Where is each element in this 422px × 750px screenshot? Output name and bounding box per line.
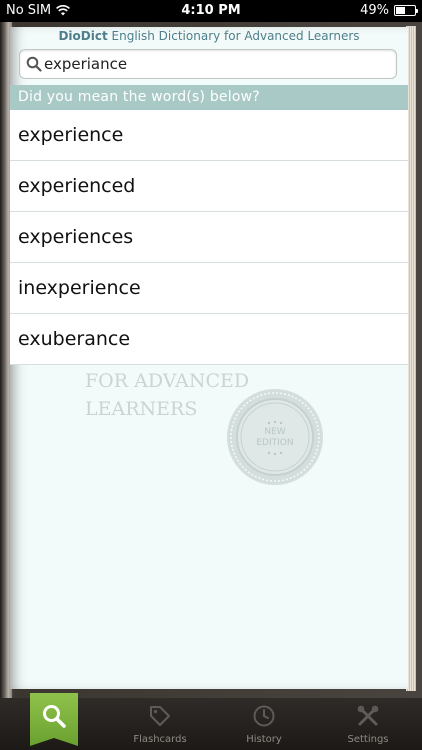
suggestion-item[interactable]: experienced xyxy=(10,161,408,212)
status-time: 4:10 PM xyxy=(181,3,241,18)
battery-percent: 49% xyxy=(360,3,389,18)
suggestion-item[interactable]: experience xyxy=(10,110,408,161)
battery-fill xyxy=(396,7,405,14)
battery-icon xyxy=(394,5,418,16)
app-title: DioDict English Dictionary for Advanced … xyxy=(10,29,408,43)
suggestion-item[interactable]: exuberance xyxy=(10,314,408,365)
search-icon xyxy=(26,56,42,72)
app-subtitle: English Dictionary for Advanced Learners xyxy=(111,29,360,43)
tab-history[interactable]: History xyxy=(214,698,314,750)
search-input[interactable] xyxy=(44,54,384,74)
app-brand: DioDict xyxy=(58,29,108,43)
seal-text-edition: EDITION xyxy=(256,438,293,448)
battery-info: 49% xyxy=(360,3,418,18)
status-bar: No SIM 4:10 PM 49% xyxy=(0,0,422,22)
seal-text-new: NEW xyxy=(264,427,285,437)
suggestion-list: experience experienced experiences inexp… xyxy=(10,110,408,365)
suggestions-header: Did you mean the word(s) below? xyxy=(10,85,408,110)
tab-label: History xyxy=(246,734,282,745)
suggestion-item[interactable]: experiences xyxy=(10,212,408,263)
tab-label: Settings xyxy=(347,734,389,745)
tab-flashcards[interactable]: Flashcards xyxy=(110,698,210,750)
tag-icon xyxy=(150,706,170,726)
search-box[interactable] xyxy=(19,49,397,79)
new-edition-seal: NEW EDITION xyxy=(227,389,323,485)
tab-label: Flashcards xyxy=(133,734,187,745)
dictionary-page: DioDict English Dictionary for Advanced … xyxy=(10,27,408,689)
search-icon xyxy=(43,705,66,728)
suggestion-item[interactable]: inexperience xyxy=(10,263,408,314)
tab-search[interactable] xyxy=(30,693,78,746)
clock-icon xyxy=(253,705,275,727)
tab-settings[interactable]: Settings xyxy=(318,698,418,750)
tools-icon xyxy=(357,705,379,726)
